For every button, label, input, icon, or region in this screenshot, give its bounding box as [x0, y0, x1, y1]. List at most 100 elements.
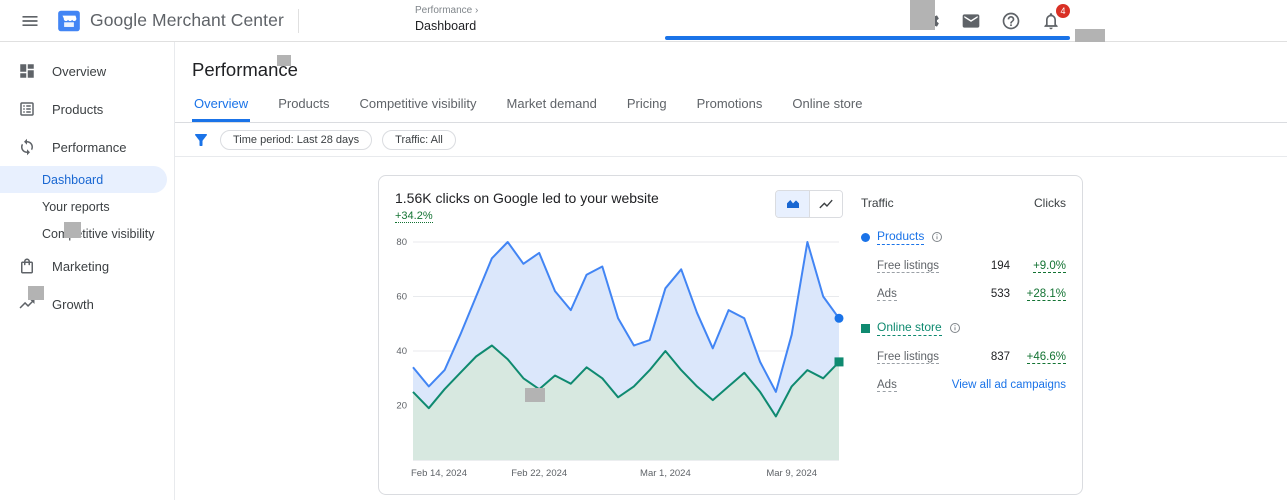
tab-pricing[interactable]: Pricing: [625, 96, 669, 122]
shopping-bag-icon: [21, 258, 33, 274]
ads-label[interactable]: Ads: [877, 379, 897, 392]
free-listings-delta: +46.6%: [1026, 351, 1066, 364]
tab-promotions[interactable]: Promotions: [695, 96, 765, 122]
sidebar-item-dashboard[interactable]: Dashboard: [0, 166, 167, 193]
sidebar-item-competitive-visibility[interactable]: Competitive visibility: [0, 220, 174, 247]
sidebar-item-performance[interactable]: Performance: [0, 128, 174, 166]
redacted-region: [64, 222, 81, 238]
free-listings-label[interactable]: Free listings: [877, 260, 939, 273]
svg-text:Feb 22, 2024: Feb 22, 2024: [511, 468, 567, 479]
tab-market-demand[interactable]: Market demand: [505, 96, 599, 122]
sidebar-item-label: Products: [52, 101, 104, 117]
products-series-marker: [861, 232, 870, 242]
line-chart-icon: [819, 199, 833, 209]
svg-text:40: 40: [396, 346, 407, 357]
page-title: Performance: [192, 59, 298, 80]
merchant-center-logo[interactable]: Google Merchant Center: [56, 8, 284, 34]
traffic-group-products: Products: [861, 229, 1066, 245]
redacted-region: [1075, 29, 1105, 42]
free-listings-label[interactable]: Free listings: [877, 351, 939, 364]
brand-text: Google Merchant Center: [90, 10, 284, 30]
hamburger-menu-icon[interactable]: [16, 7, 44, 35]
redacted-region: [277, 55, 291, 66]
traffic-row: Ads View all ad campaigns: [877, 379, 1066, 392]
notification-count-badge: 4: [1056, 4, 1070, 18]
traffic-panel: Traffic Clicks Products Free listings 19…: [847, 190, 1066, 480]
breadcrumb-parent[interactable]: Performance: [415, 5, 472, 16]
merchant-center-logo-icon: [58, 10, 80, 31]
chart-title: 1.56K clicks on Google led to your websi…: [395, 190, 659, 206]
chart-delta-badge[interactable]: +34.2%: [395, 210, 433, 223]
free-listings-delta: +9.0%: [1033, 260, 1066, 273]
sidebar-item-label: Growth: [52, 296, 94, 312]
traffic-row: Free listings 194 +9.0%: [877, 260, 1066, 273]
filter-funnel-icon[interactable]: [192, 131, 210, 149]
info-icon[interactable]: [949, 322, 961, 334]
chart-type-toggle: [775, 190, 843, 218]
sidebar: Overview Products Performance Dashboard …: [0, 42, 175, 500]
online-store-group-link[interactable]: Online store: [877, 320, 942, 336]
tab-products[interactable]: Products: [276, 96, 331, 122]
ads-delta: +28.1%: [1026, 288, 1066, 301]
clicks-column-header: Clicks: [1034, 196, 1066, 210]
svg-text:Feb 14, 2024: Feb 14, 2024: [411, 468, 467, 479]
view-all-ad-campaigns-link[interactable]: View all ad campaigns: [952, 379, 1066, 391]
performance-sync-icon: [21, 138, 33, 156]
breadcrumb: Performance › Dashboard: [415, 5, 478, 33]
sidebar-item-label: Marketing: [52, 258, 110, 274]
tab-competitive-visibility[interactable]: Competitive visibility: [358, 96, 479, 122]
main-content: Performance Overview Products Competitiv…: [175, 42, 1287, 500]
products-list-icon: [20, 102, 34, 116]
mail-icon[interactable]: [957, 7, 985, 35]
online-store-series-marker: [861, 323, 870, 333]
sidebar-item-overview[interactable]: Overview: [0, 52, 174, 90]
performance-area-chart: 20 40 60 80 Feb 14, 2024 Feb 22, 2024 Mar 1, 2…: [396, 237, 844, 479]
ads-label[interactable]: Ads: [877, 288, 897, 301]
svg-text:80: 80: [396, 237, 407, 248]
area-chart-toggle-button[interactable]: [776, 191, 809, 217]
free-listings-value: 194: [990, 260, 1010, 272]
traffic-row: Free listings 837 +46.6%: [877, 351, 1066, 364]
products-group-link[interactable]: Products: [877, 229, 925, 245]
clicks-performance-card: 1.56K clicks on Google led to your websi…: [378, 175, 1083, 495]
loading-progress-bar: [665, 36, 1070, 40]
sidebar-item-label: Performance: [52, 139, 127, 155]
sidebar-item-marketing[interactable]: Marketing: [0, 247, 174, 285]
logo-divider: [297, 8, 299, 33]
merchant-center-app: Google Merchant Center Performance › Dash…: [0, 0, 1287, 500]
breadcrumb-chevron-icon: ›: [475, 5, 479, 16]
dashboard-grid-icon: [20, 64, 34, 78]
tab-online-store[interactable]: Online store: [790, 96, 864, 122]
tab-bar: Overview Products Competitive visibility…: [175, 96, 1287, 123]
sidebar-item-label: Your reports: [42, 199, 110, 214]
area-chart-icon: [786, 200, 799, 208]
sidebar-item-label: Overview: [52, 63, 107, 79]
info-icon[interactable]: [931, 231, 943, 243]
ads-value: 533: [990, 288, 1010, 300]
redacted-region: [910, 0, 935, 30]
svg-text:Mar 9, 2024: Mar 9, 2024: [766, 468, 817, 479]
line-chart-toggle-button[interactable]: [809, 191, 842, 217]
redacted-region: [525, 388, 545, 402]
sidebar-item-growth[interactable]: Growth: [0, 285, 174, 323]
sidebar-item-products[interactable]: Products: [0, 90, 174, 128]
traffic-column-header: Traffic: [861, 196, 894, 210]
filter-bar: Time period: Last 28 days Traffic: All: [175, 123, 1287, 157]
traffic-row: Ads 533 +28.1%: [877, 288, 1066, 301]
svg-text:Mar 1, 2024: Mar 1, 2024: [640, 468, 691, 479]
traffic-filter-chip[interactable]: Traffic: All: [382, 129, 456, 150]
free-listings-value: 837: [990, 351, 1010, 363]
breadcrumb-current: Dashboard: [415, 19, 477, 33]
svg-text:20: 20: [396, 401, 407, 412]
svg-text:60: 60: [396, 292, 407, 303]
sidebar-item-your-reports[interactable]: Your reports: [0, 193, 174, 220]
sidebar-item-label: Competitive visibility: [42, 226, 155, 241]
chart-column: 1.56K clicks on Google led to your websi…: [395, 190, 847, 480]
time-period-filter-chip[interactable]: Time period: Last 28 days: [220, 129, 373, 150]
redacted-region: [28, 286, 44, 300]
sidebar-item-label: Dashboard: [42, 172, 104, 187]
help-icon[interactable]: [997, 7, 1025, 35]
traffic-group-online-store: Online store: [861, 320, 1066, 336]
tab-overview[interactable]: Overview: [192, 96, 251, 122]
notifications-area: 4: [1037, 4, 1070, 35]
